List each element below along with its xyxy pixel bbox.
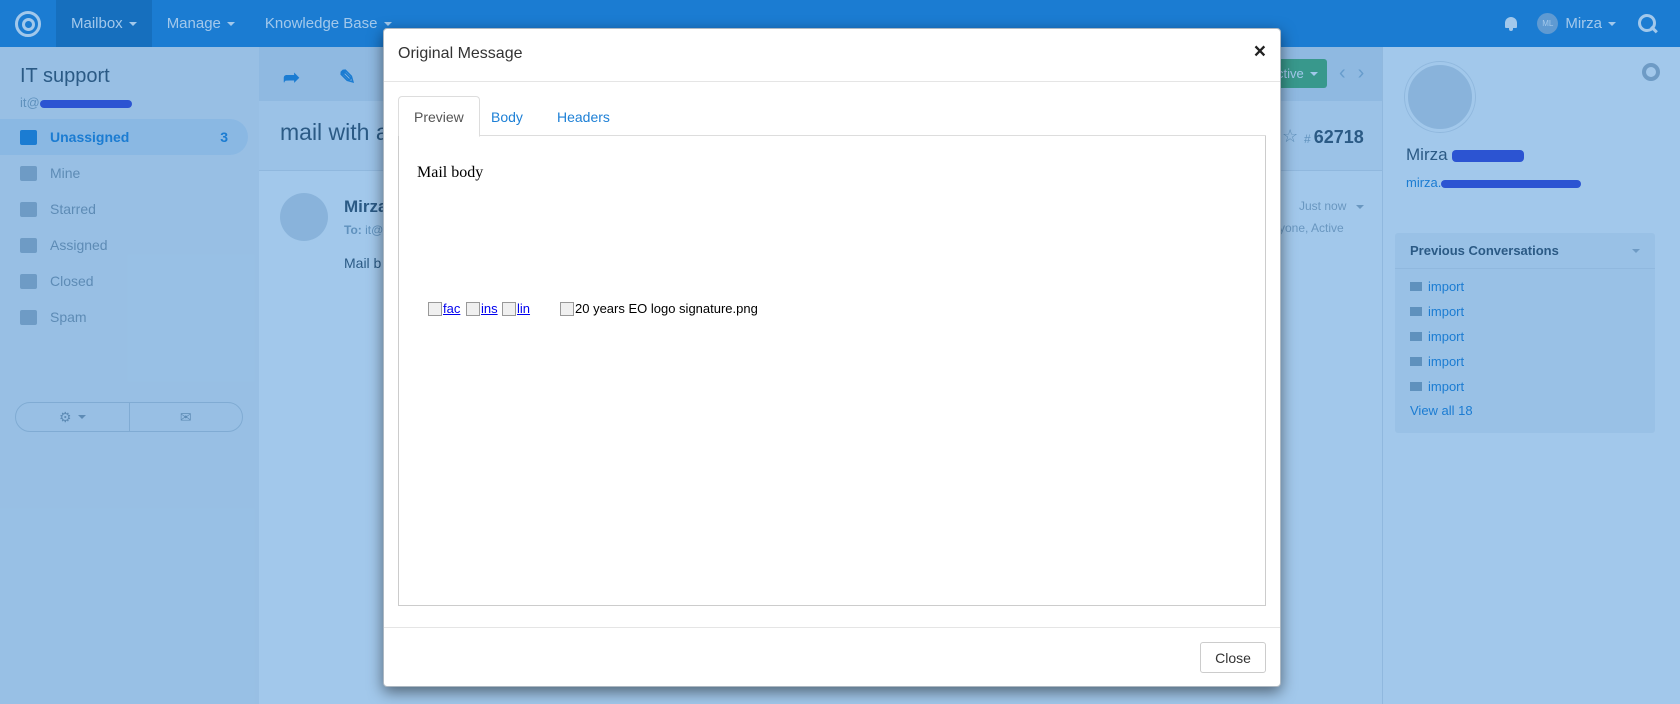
original-message-modal: Original Message × Preview Body Headers … — [383, 28, 1281, 687]
close-icon[interactable]: × — [1254, 41, 1266, 62]
app-root: Mailbox Manage Knowledge Base ML Mirza I… — [0, 0, 1680, 704]
modal-header: Original Message × — [384, 29, 1280, 82]
signature-image: 20 years EO logo signature.png — [560, 301, 758, 316]
modal-footer: Close — [384, 627, 1280, 687]
tab-preview[interactable]: Preview — [398, 96, 480, 137]
modal-tabs: Preview Body Headers — [398, 96, 1266, 137]
broken-image-icon — [466, 301, 480, 316]
tab-headers[interactable]: Headers — [542, 96, 625, 137]
close-button[interactable]: Close — [1200, 642, 1266, 673]
modal-title: Original Message — [398, 45, 523, 62]
preview-pane: Mail body fac ins lin 20 years EO logo s… — [398, 136, 1266, 606]
facebook-image-link[interactable]: fac — [428, 301, 460, 316]
broken-image-icon — [428, 301, 442, 316]
instagram-image-link[interactable]: ins — [466, 301, 498, 316]
tab-body[interactable]: Body — [476, 96, 538, 137]
linkedin-image-link[interactable]: lin — [502, 301, 530, 316]
broken-image-icon — [502, 301, 516, 316]
mail-body-text: Mail body — [417, 164, 484, 181]
broken-image-icon — [560, 301, 574, 316]
